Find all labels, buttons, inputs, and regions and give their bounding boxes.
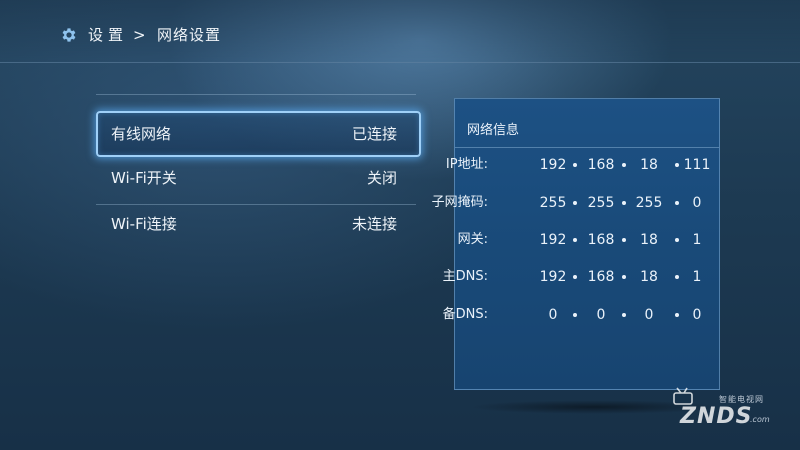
info-octet: 0 xyxy=(548,307,558,323)
info-octet: 192 xyxy=(539,269,567,285)
octet-dot xyxy=(622,238,626,242)
breadcrumb-separator: > xyxy=(133,26,147,44)
info-octet: 168 xyxy=(587,269,615,285)
info-octet: 1 xyxy=(692,269,702,285)
octet-dot xyxy=(675,201,679,205)
info-octet: 0 xyxy=(692,195,702,211)
info-octet: 192 xyxy=(539,157,567,173)
info-octet: 0 xyxy=(692,307,702,323)
octet-dot xyxy=(622,313,626,317)
info-row-ip-address: IP地址 192 168 18 111 xyxy=(446,155,719,175)
octet-dot xyxy=(573,275,577,279)
info-octet: 255 xyxy=(539,195,567,211)
menu-item-wifi-connection[interactable]: Wi-Fi连接 未连接 xyxy=(96,201,421,247)
info-row-label: 备DNS xyxy=(443,305,488,325)
info-row-label: IP地址 xyxy=(446,155,488,175)
watermark-brand: ZNDS xyxy=(680,404,753,429)
menu-item-label: Wi-Fi开关 xyxy=(111,169,177,187)
info-octet: 18 xyxy=(640,157,658,173)
octet-dot xyxy=(573,313,577,317)
menu-divider xyxy=(96,94,416,95)
watermark-suffix: .com xyxy=(750,415,770,424)
octet-dot xyxy=(573,163,577,167)
info-row-gateway: 网关 192 168 18 1 xyxy=(455,230,719,250)
page-title: 网络设置 xyxy=(157,26,222,44)
octet-dot xyxy=(622,163,626,167)
info-octet: 18 xyxy=(640,232,658,248)
info-octet: 192 xyxy=(539,232,567,248)
breadcrumb-root[interactable]: 设置 xyxy=(88,26,128,44)
info-octet: 18 xyxy=(640,269,658,285)
info-row-primary-dns: 主DNS 192 168 18 1 xyxy=(443,267,719,287)
info-octet: 0 xyxy=(644,307,654,323)
octet-dot xyxy=(675,238,679,242)
info-octet: 168 xyxy=(587,157,615,173)
menu-item-wifi-switch[interactable]: Wi-Fi开关 关闭 xyxy=(96,155,421,201)
menu-item-status: 已连接 xyxy=(351,125,397,143)
octet-dot xyxy=(622,201,626,205)
info-octet: 168 xyxy=(587,232,615,248)
octet-dot xyxy=(573,238,577,242)
octet-dot xyxy=(675,163,679,167)
menu-item-wired-network[interactable]: 有线网络 已连接 xyxy=(96,111,421,157)
info-octet: 255 xyxy=(635,195,663,211)
tv-logo-icon xyxy=(673,387,693,405)
info-octet: 255 xyxy=(587,195,615,211)
watermark: 智能电视网 ZNDS .com xyxy=(664,380,784,430)
octet-dot xyxy=(675,275,679,279)
info-row-subnet-mask: 子网掩码 255 255 255 0 xyxy=(432,193,719,213)
info-row-secondary-dns: 备DNS 0 0 0 0 xyxy=(443,305,719,325)
info-row-label: 网关 xyxy=(458,230,488,250)
octet-dot xyxy=(573,201,577,205)
gear-icon xyxy=(62,28,76,42)
network-info-panel: 网络信息 IP地址 192 168 18 111 子网掩码 255 255 25… xyxy=(432,98,720,390)
info-row-label: 子网掩码 xyxy=(432,193,488,213)
info-octet: 0 xyxy=(596,307,606,323)
info-octet: 111 xyxy=(683,157,711,173)
panel-title: 网络信息 xyxy=(467,123,520,138)
panel-divider xyxy=(455,147,719,148)
octet-dot xyxy=(622,275,626,279)
menu-item-label: 有线网络 xyxy=(111,125,172,143)
title-bar: 设置 > 网络设置 xyxy=(0,0,800,63)
menu-item-label: Wi-Fi连接 xyxy=(111,215,177,233)
menu-item-status: 关闭 xyxy=(366,169,397,187)
info-octet: 1 xyxy=(692,232,702,248)
menu-item-status: 未连接 xyxy=(351,215,397,233)
info-row-label: 主DNS xyxy=(443,267,488,287)
octet-dot xyxy=(675,313,679,317)
